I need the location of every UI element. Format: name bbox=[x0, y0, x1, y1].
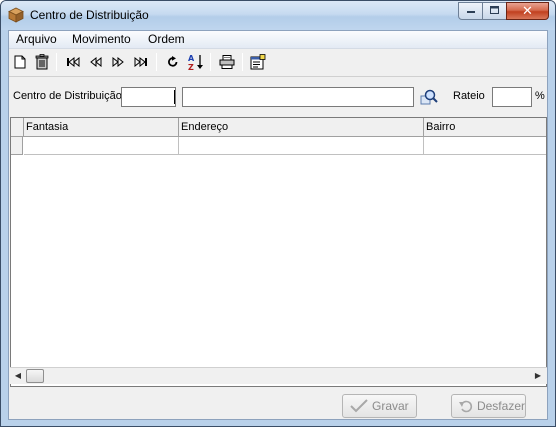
cd-code-input[interactable] bbox=[121, 87, 176, 107]
action-bar: Gravar Desfazer bbox=[9, 388, 547, 420]
menu-ordem[interactable]: Ordem bbox=[148, 32, 185, 46]
row-indicator[interactable] bbox=[11, 137, 23, 155]
data-grid[interactable]: Fantasia Endereço Bairro bbox=[10, 117, 547, 387]
refresh-icon[interactable] bbox=[164, 53, 182, 71]
minimize-icon bbox=[466, 4, 476, 18]
svg-text:A: A bbox=[188, 54, 195, 63]
checkmark-icon bbox=[349, 398, 369, 414]
properties-icon[interactable] bbox=[249, 53, 267, 71]
undo-icon bbox=[458, 398, 474, 414]
undo-button[interactable]: Desfazer bbox=[451, 394, 526, 418]
main-window: Centro de Distribuição ✕ Arquivo Movimen… bbox=[0, 0, 556, 427]
grid-header: Fantasia Endereço Bairro bbox=[11, 118, 546, 137]
toolbar-separator bbox=[156, 53, 157, 71]
maximize-icon bbox=[489, 4, 500, 18]
svg-text:Z: Z bbox=[188, 63, 194, 71]
scroll-left-icon[interactable]: ◀ bbox=[12, 370, 24, 382]
menu-arquivo[interactable]: Arquivo bbox=[16, 32, 57, 46]
toolbar-separator bbox=[56, 53, 57, 71]
previous-record-icon[interactable] bbox=[87, 53, 105, 71]
title-bar[interactable]: Centro de Distribuição ✕ bbox=[1, 1, 555, 30]
scroll-right-icon[interactable]: ▶ bbox=[532, 370, 544, 382]
toolbar: AZ bbox=[9, 50, 547, 74]
maximize-button[interactable] bbox=[482, 2, 507, 20]
client-area: Arquivo Movimento Ordem A Z Centro de Di… bbox=[8, 30, 548, 420]
save-button[interactable]: Gravar bbox=[342, 394, 417, 418]
horizontal-scrollbar[interactable]: ◀ ▶ bbox=[10, 367, 547, 384]
percent-label: % bbox=[535, 90, 545, 102]
sort-az-icon[interactable]: AZ bbox=[187, 53, 205, 71]
column-header-fantasia[interactable]: Fantasia bbox=[24, 118, 179, 137]
last-record-icon[interactable] bbox=[132, 53, 150, 71]
column-header-bairro[interactable]: Bairro bbox=[424, 118, 546, 137]
scrollbar-thumb[interactable] bbox=[26, 369, 44, 383]
box-app-icon bbox=[8, 7, 24, 23]
window-title: Centro de Distribuição bbox=[30, 8, 149, 22]
row-indicator-header bbox=[11, 118, 24, 137]
rateio-input[interactable] bbox=[492, 87, 532, 107]
undo-label: Desfazer bbox=[476, 399, 525, 413]
grid-cell[interactable] bbox=[424, 137, 546, 155]
new-document-icon[interactable] bbox=[11, 53, 29, 71]
search-icon[interactable] bbox=[420, 88, 438, 106]
close-icon: ✕ bbox=[522, 3, 533, 19]
menu-movimento[interactable]: Movimento bbox=[72, 32, 131, 46]
column-header-endereco[interactable]: Endereço bbox=[179, 118, 424, 137]
grid-cell[interactable] bbox=[179, 137, 424, 155]
delete-icon[interactable] bbox=[33, 53, 51, 71]
next-record-icon[interactable] bbox=[109, 53, 127, 71]
text-caret bbox=[174, 90, 175, 104]
filter-row: Centro de Distribuição Rateio % bbox=[9, 76, 547, 112]
menu-bar: Arquivo Movimento Ordem bbox=[9, 31, 547, 49]
minimize-button[interactable] bbox=[458, 2, 483, 20]
toolbar-separator bbox=[242, 53, 243, 71]
cd-name-input[interactable] bbox=[182, 87, 414, 107]
rateio-label: Rateio bbox=[453, 90, 485, 102]
save-label: Gravar bbox=[372, 399, 409, 413]
close-button[interactable]: ✕ bbox=[506, 2, 549, 20]
cd-label: Centro de Distribuição bbox=[13, 90, 122, 102]
first-record-icon[interactable] bbox=[64, 53, 82, 71]
toolbar-separator bbox=[210, 53, 211, 71]
grid-cell[interactable] bbox=[24, 137, 179, 155]
print-icon[interactable] bbox=[218, 53, 236, 71]
